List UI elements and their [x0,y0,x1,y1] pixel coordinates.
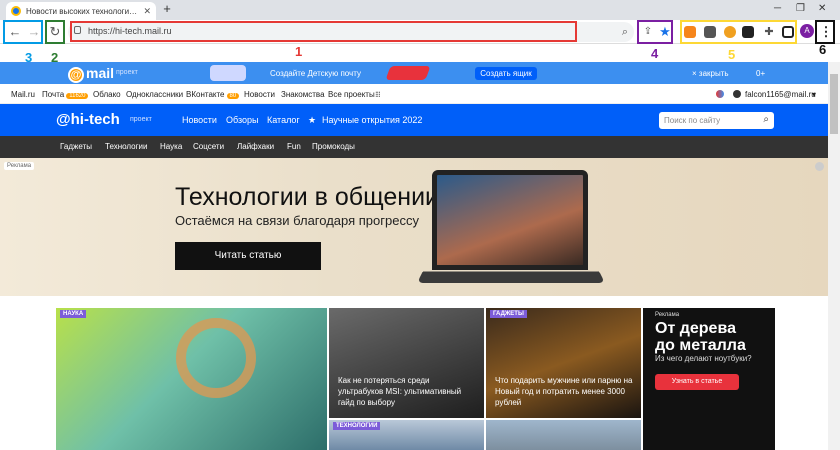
card-title[interactable]: Что подарить мужчине или парню на Новый … [495,375,633,408]
annotation-label-5: 5 [728,47,736,62]
grid-icon[interactable]: ⁝⁝⁝ [375,90,381,99]
portal-link-all-projects[interactable]: Все проекты [328,90,375,99]
annotation-box-6 [815,20,835,44]
user-email[interactable]: falcon1165@mail.ru [745,90,816,99]
annotation-label-1: 1 [295,44,303,59]
star-icon: ★ [308,115,317,125]
kids-mail-illustration [210,65,246,81]
nav-reviews[interactable]: Обзоры [226,115,258,125]
at-sign-icon: @ [68,67,84,83]
category-science[interactable]: Наука [160,142,182,151]
create-mailbox-button[interactable]: Создать ящик [475,67,537,80]
portal-link-mail[interactable]: Почта 11620 [42,90,89,99]
annotation-box-4 [637,20,673,44]
ad-label: Реклама [655,312,680,318]
card-tag[interactable]: ТЕХНОЛОГИИ [333,422,381,430]
age-rating: 0+ [756,69,766,78]
annotation-box-1 [70,21,577,42]
nav-news[interactable]: Новости [182,115,217,125]
portal-link-vk[interactable]: ВКонтакте 80 [186,90,240,99]
nav-catalog[interactable]: Каталог [267,115,300,125]
portal-link-news[interactable]: Новости [244,90,275,99]
annotation-box-2 [45,20,65,44]
mail-logo[interactable]: @ mail [68,65,114,83]
ad-title-line: От дерева [655,320,736,337]
category-bar: Гаджеты Технологии Наука Соцсети Лайфхак… [0,136,828,158]
hero-banner[interactable]: Реклама Технологии в общении Остаёмся на… [0,158,828,296]
site-favicon-icon [11,6,21,16]
promo-text[interactable]: Создайте Детскую почту [270,69,361,78]
laptop-image [432,170,588,270]
portal-link-label: Почта [42,90,65,99]
ad-subtitle: Из чего делают ноутбуки? [655,354,752,363]
new-tab-button[interactable]: + [160,2,174,16]
hitech-header: @hi-tech проект Новости Обзоры Каталог ★… [0,104,828,136]
news-card[interactable] [486,420,641,450]
minimize-icon[interactable]: ─ [774,3,781,14]
portal-link-mailru[interactable]: Mail.ru [11,90,35,99]
rocket-illustration [385,66,431,80]
close-promo-link[interactable]: × закрыть [692,69,729,78]
news-card[interactable]: ТЕХНОЛОГИИ [329,420,484,450]
card-title[interactable]: Как не потеряться среди ультрабуков MSI:… [338,375,476,408]
portal-link-cloud[interactable]: Облако [93,90,121,99]
browser-toolbar: ← → ↻ https://hi-tech.mail.ru ⌕ ⇪ ★ ✚ A … [0,20,840,44]
restore-icon[interactable]: ❐ [796,3,805,14]
search-icon[interactable]: ⌕ [763,114,769,125]
category-promocodes[interactable]: Промокоды [312,142,355,151]
marusia-icon[interactable] [716,90,724,98]
window-close-icon[interactable]: ✕ [818,3,826,14]
nav-science-2022[interactable]: Научные открытия 2022 [322,115,422,125]
card-tag[interactable]: ГАДЖЕТЫ [490,310,527,318]
ad-label: Реклама [4,162,35,170]
category-lifehacks[interactable]: Лайфхаки [237,142,274,151]
category-social[interactable]: Соцсети [193,142,224,151]
annotation-box-3 [3,20,43,44]
close-tab-icon[interactable]: ✕ [143,6,151,17]
mail-promo-bar: @ mail проект Создайте Детскую почту Созд… [0,62,828,84]
tab-title: Новости высоких технологий, с [26,6,140,16]
search-placeholder: Поиск по сайту [664,116,721,125]
side-ad-card[interactable]: Реклама От дерева до металла Из чего дела… [643,308,775,450]
category-fun[interactable]: Fun [287,142,301,151]
portal-nav: Mail.ru Почта 11620 Облако Одноклассники … [0,84,828,104]
news-card[interactable]: НАУКА [56,308,327,450]
read-article-button[interactable]: Читать статью [175,242,321,270]
hero-subtitle: Остаёмся на связи благодаря прогрессу [175,213,419,228]
hero-title: Технологии в общении [175,183,440,211]
scrollbar-thumb[interactable] [830,74,838,134]
tab-strip: Новости высоких технологий, с ✕ + ─ ❐ ✕ [0,0,840,20]
portal-link-dating[interactable]: Знакомства [281,90,325,99]
mail-project-label: проект [116,69,138,76]
ad-info-icon[interactable] [815,162,824,171]
user-menu-chevron-icon[interactable]: ▾ [812,90,816,99]
news-card[interactable]: ГАДЖЕТЫ Что подарить мужчине или парню н… [486,308,641,418]
news-card[interactable]: Как не потеряться среди ультрабуков MSI:… [329,308,484,418]
zoom-search-icon[interactable]: ⌕ [616,23,634,41]
portal-link-label: ВКонтакте [186,90,225,99]
unread-badge: 11620 [66,93,89,99]
annotation-label-4: 4 [651,46,659,61]
hitech-logo-text: hi-tech [70,111,120,128]
profile-avatar[interactable]: A [800,24,814,38]
category-gadgets[interactable]: Гаджеты [60,142,92,151]
user-avatar[interactable] [733,90,741,98]
annotation-label-6: 6 [819,42,827,57]
hitech-logo[interactable]: @hi-tech [56,111,120,128]
learn-more-button[interactable]: Узнать в статье [655,374,739,390]
search-input[interactable]: Поиск по сайту ⌕ [659,112,774,129]
category-tech[interactable]: Технологии [105,142,147,151]
annotation-box-5 [680,20,797,44]
ad-title-line: до металла [655,337,746,354]
ad-title: От дерева до металла [655,320,746,354]
mail-logo-text: mail [86,65,115,81]
laptop-base [416,271,606,283]
card-illustration [176,318,256,398]
vk-badge: 80 [226,93,240,99]
browser-tab[interactable]: Новости высоких технологий, с ✕ [6,2,156,20]
hitech-project-label: проект [130,116,152,123]
card-tag[interactable]: НАУКА [60,310,87,318]
portal-link-ok[interactable]: Одноклассники [126,90,183,99]
